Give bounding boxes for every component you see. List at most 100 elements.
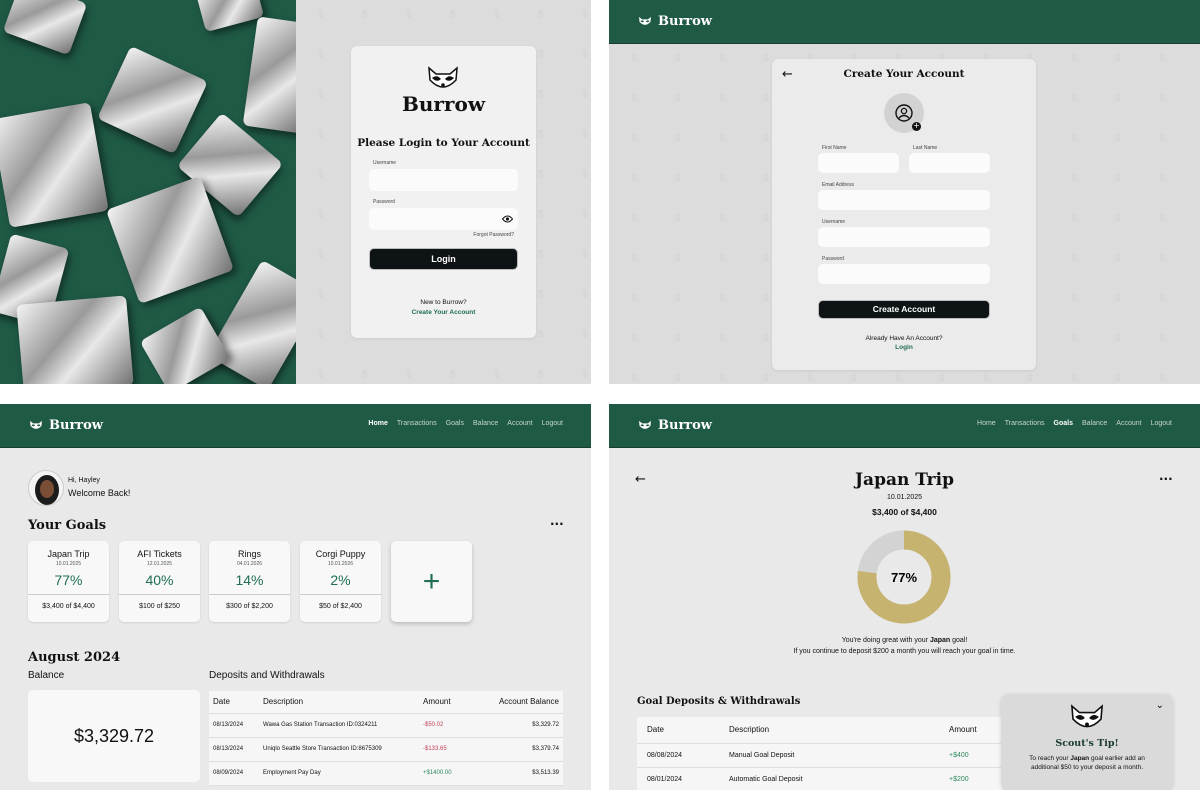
nav-transactions[interactable]: Transactions	[397, 420, 437, 427]
progress-percent: 77%	[891, 570, 917, 585]
avatar-upload[interactable]: +	[884, 93, 924, 133]
goal-detail-screen: Burrow Home Transactions Goals Balance A…	[609, 404, 1200, 790]
goal-percent: 14%	[235, 572, 264, 588]
password-label: Password	[373, 199, 395, 205]
avatar[interactable]	[28, 470, 64, 506]
nav-balance[interactable]: Balance	[473, 420, 498, 427]
table-row[interactable]: 08/01/2024 Automatic Goal Deposit +$200	[637, 767, 1002, 790]
email-label: Email Address	[822, 182, 854, 188]
nav-account[interactable]: Account	[507, 420, 532, 427]
goal-date: 10.01.2025	[886, 494, 923, 501]
brand-logo[interactable]: Burrow	[637, 14, 712, 29]
table-row[interactable]: 08/09/2024 Employment Pay Day +$1400.00 …	[209, 761, 563, 786]
goal-date: 10.01.2025	[55, 561, 82, 567]
tip-text: To reach your Japan goal earlier add an …	[1015, 754, 1159, 772]
brand-name: Burrow	[658, 14, 712, 29]
nav-home[interactable]: Home	[368, 420, 387, 427]
goal-deposits-title: Goal Deposits & Withdrawals	[637, 696, 801, 707]
raccoon-logo-icon	[639, 16, 651, 25]
username-input[interactable]	[818, 227, 990, 247]
greeting-text: Hi, Hayley	[68, 477, 100, 484]
nav-goals[interactable]: Goals	[1054, 420, 1073, 427]
nav-goals[interactable]: Goals	[446, 420, 464, 427]
table-row[interactable]: 08/13/2024 Wawa Gas Station Transaction …	[209, 713, 563, 738]
goal-name: AFI Tickets	[137, 549, 182, 559]
deposits-title: Deposits and Withdrawals	[209, 670, 325, 681]
dashboard-screen: Burrow Home Transactions Goals Balance A…	[0, 404, 591, 790]
username-input[interactable]	[369, 169, 518, 191]
brand-logo[interactable]: Burrow	[637, 418, 712, 433]
month-title: August 2024	[28, 650, 121, 665]
chevron-down-icon[interactable]: ⌄	[1156, 700, 1164, 711]
password-input[interactable]	[818, 264, 990, 284]
main-nav: Home Transactions Goals Balance Account …	[977, 420, 1172, 427]
top-bar: Burrow	[609, 0, 1200, 44]
login-link[interactable]: Login	[772, 344, 1036, 351]
password-label: Password	[822, 256, 844, 262]
row-date: 08/08/2024	[637, 743, 719, 768]
table-header: Date Description Amount	[637, 717, 1002, 744]
row-description: Wawa Gas Station Transaction ID:0324211	[259, 713, 419, 738]
create-account-button[interactable]: Create Account	[818, 300, 990, 319]
balance-value: $3,329.72	[28, 690, 200, 782]
nav-home[interactable]: Home	[977, 420, 996, 427]
col-amount: Amount	[939, 717, 1002, 744]
goal-date: 04.01.2026	[236, 561, 263, 567]
login-card: Burrow Please Login to Your Account User…	[351, 46, 536, 338]
goal-name: Rings	[237, 549, 261, 559]
table-header: Date Description Amount Account Balance	[209, 691, 563, 714]
login-screen: $$$$$$$$$$$$$$$$$$$$$$$$$$$$$$$$$$$$$$$$…	[0, 0, 591, 384]
nav-logout[interactable]: Logout	[542, 420, 563, 427]
col-date: Date	[637, 717, 719, 744]
main-nav: Home Transactions Goals Balance Account …	[368, 420, 563, 427]
goal-date: 12.01.2025	[146, 561, 173, 567]
col-description: Description	[259, 691, 419, 714]
nav-transactions[interactable]: Transactions	[1005, 420, 1045, 427]
col-balance: Account Balance	[479, 691, 563, 714]
row-date: 08/01/2024	[637, 767, 719, 790]
username-label: Username	[822, 219, 846, 225]
money-background	[0, 0, 296, 384]
progress-donut: 77%	[857, 530, 951, 624]
last-name-input[interactable]	[909, 153, 990, 173]
add-goal-button[interactable]: +	[391, 541, 472, 622]
email-input[interactable]	[818, 190, 990, 210]
table-row[interactable]: 08/08/2024 Manual Goal Deposit +$400	[637, 743, 1002, 768]
brand-logo[interactable]: Burrow	[28, 418, 103, 433]
more-options-icon[interactable]: ···	[550, 517, 564, 531]
row-description: Automatic Goal Deposit	[719, 767, 939, 790]
goal-card-japan[interactable]: Japan Trip 10.01.2025 77% $3,400 of $4,4…	[28, 541, 109, 622]
nav-balance[interactable]: Balance	[1082, 420, 1107, 427]
transactions-table: Date Description Amount Account Balance …	[209, 691, 563, 786]
goal-card-afi[interactable]: AFI Tickets 12.01.2025 40% $100 of $250	[119, 541, 200, 622]
first-name-input[interactable]	[818, 153, 899, 173]
nav-logout[interactable]: Logout	[1151, 420, 1172, 427]
login-button[interactable]: Login	[369, 248, 518, 270]
scout-tip-card: ⌄ Scout's Tip! To reach your Japan goal …	[1001, 694, 1173, 790]
row-balance: $3,379.74	[479, 737, 563, 762]
goal-amount: $3,400 of $4,400	[42, 603, 95, 610]
password-input[interactable]	[369, 208, 518, 230]
msg-post: goal!	[950, 637, 968, 644]
goal-card-corgi[interactable]: Corgi Puppy 10.01.2026 2% $50 of $2,400	[300, 541, 381, 622]
row-balance: $3,329.72	[479, 713, 563, 738]
login-title: Please Login to Your Account	[357, 137, 530, 149]
goal-card-rings[interactable]: Rings 04.01.2026 14% $300 of $2,200	[209, 541, 290, 622]
brand-name: Burrow	[49, 418, 103, 433]
new-to-burrow-text: New to Burrow?	[420, 299, 467, 306]
eye-icon[interactable]	[502, 215, 513, 223]
deposit-advice-text: If you continue to deposit $200 a month …	[793, 648, 1016, 655]
forgot-password-link[interactable]: Forgot Password?	[473, 232, 514, 238]
encouragement-text: You're doing great with your Japan goal!	[609, 637, 1200, 644]
nav-account[interactable]: Account	[1116, 420, 1141, 427]
table-row[interactable]: 08/13/2024 Uniqlo Seattle Store Transact…	[209, 737, 563, 762]
raccoon-logo-icon	[428, 66, 458, 88]
create-account-link[interactable]: Create Your Account	[351, 309, 536, 316]
row-amount: -$50.02	[419, 713, 479, 738]
username-label: Username	[373, 160, 397, 166]
row-date: 08/13/2024	[209, 713, 259, 738]
already-account-text: Already Have An Account?	[865, 335, 943, 342]
goal-name: Japan Trip	[47, 549, 90, 559]
goal-amount: $100 of $250	[139, 603, 180, 610]
goal-deposits-table: Date Description Amount 08/08/2024 Manua…	[637, 717, 1002, 790]
